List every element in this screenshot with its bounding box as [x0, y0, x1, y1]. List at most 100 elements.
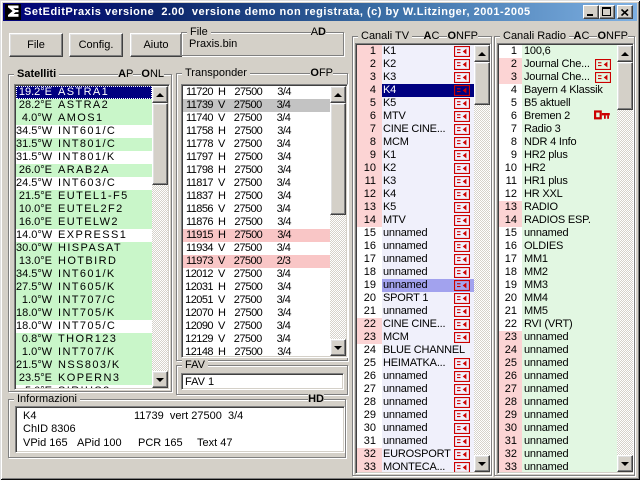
sort-flag-nfp[interactable]: NFP	[456, 30, 478, 43]
transponder-row[interactable]: 11837H275003/4	[183, 190, 330, 203]
radio-channel-row[interactable]: 17MM1	[499, 253, 617, 266]
radio-channel-row[interactable]: 22RVI (VRT)	[499, 318, 617, 331]
tv-channel-row[interactable]: 26unnamed	[357, 370, 474, 383]
radio-channel-row[interactable]: 9HR2 plus	[499, 149, 617, 162]
radio-channel-row[interactable]: 31unnamed	[499, 435, 617, 448]
tv-channel-row[interactable]: 27unnamed	[357, 383, 474, 396]
sort-flag-c[interactable]: C	[431, 30, 439, 43]
tv-channel-row[interactable]: 5K5	[357, 97, 474, 110]
sort-flag-d[interactable]: D	[318, 26, 326, 39]
tv-channel-row[interactable]: 16unnamed	[357, 240, 474, 253]
close-button[interactable]	[617, 5, 633, 19]
sort-flag-o[interactable]: O	[447, 30, 456, 43]
tv-channel-row[interactable]: 15unnamed	[357, 227, 474, 240]
tv-channel-row[interactable]: 7CINE CINE...	[357, 123, 474, 136]
transponder-row[interactable]: 11934V275003/4	[183, 242, 330, 255]
satellite-row[interactable]: 31.5°WINT801/K	[16, 151, 152, 164]
satellite-row[interactable]: 19.2°EASTRA1	[16, 86, 152, 99]
tv-channel-row[interactable]: 22CINE CINE...	[357, 318, 474, 331]
sort-flag-a[interactable]: A	[311, 26, 318, 39]
tv-channel-row[interactable]: 12K4	[357, 188, 474, 201]
sort-flag-nfp[interactable]: NFP	[606, 30, 628, 43]
scrollbar-thumb[interactable]	[330, 103, 346, 215]
radio-channel-row[interactable]: 24unnamed	[499, 344, 617, 357]
tv-channel-row[interactable]: 8MCM	[357, 136, 474, 149]
sort-flag-o[interactable]: O	[310, 67, 319, 80]
radio-channel-row[interactable]: 16OLDIES	[499, 240, 617, 253]
satellite-row[interactable]: 0.8°WTHOR123	[16, 333, 152, 346]
satellite-row[interactable]: 28.2°EASTRA2	[16, 99, 152, 112]
radio-channel-row[interactable]: 18MM2	[499, 266, 617, 279]
radio-channel-row[interactable]: 13RADIO	[499, 201, 617, 214]
sort-flag-o[interactable]: O	[141, 68, 150, 81]
satellite-row[interactable]: 14.0°WEXPRESS1	[16, 229, 152, 242]
satellite-row[interactable]: 34.5°WINT601/K	[16, 268, 152, 281]
tv-channel-row[interactable]: 25HEIMATKA...	[357, 357, 474, 370]
maximize-button[interactable]	[599, 5, 615, 19]
scroll-down-button[interactable]	[617, 455, 633, 472]
satellite-row[interactable]: 18.0°WINT705/C	[16, 320, 152, 333]
satellite-row[interactable]: 4.0°WAMOS1	[16, 112, 152, 125]
radio-channel-row[interactable]: 21MM5	[499, 305, 617, 318]
tv-channel-row[interactable]: 24BLUE CHANNEL	[357, 344, 474, 357]
scrollbar-track[interactable]	[474, 62, 490, 455]
radio-channel-row[interactable]: 15unnamed	[499, 227, 617, 240]
tv-channel-row[interactable]: 23MCM	[357, 331, 474, 344]
tv-channel-row[interactable]: 13K5	[357, 201, 474, 214]
sort-flag-a[interactable]: A	[574, 30, 582, 43]
radio-channel-row[interactable]: 3Journal Che...	[499, 71, 617, 84]
transponder-row[interactable]: 11973V275002/3	[183, 255, 330, 268]
scroll-up-button[interactable]	[474, 45, 490, 62]
transponder-row[interactable]: 11720H275003/4	[183, 86, 330, 99]
radio-channel-row[interactable]: 10HR2	[499, 162, 617, 175]
transponder-row[interactable]: 11758H275003/4	[183, 125, 330, 138]
sort-flag-a[interactable]: A	[118, 68, 126, 81]
satellite-row[interactable]: 13.0°EHOTBIRD	[16, 255, 152, 268]
tv-channel-row[interactable]: 2K2	[357, 58, 474, 71]
sort-flag-c[interactable]: C	[581, 30, 589, 43]
tv-channel-row[interactable]: 29unnamed	[357, 409, 474, 422]
transponder-row[interactable]: 12129V275003/4	[183, 333, 330, 346]
transponder-row[interactable]: 11817V275003/4	[183, 177, 330, 190]
scroll-down-button[interactable]	[152, 371, 168, 388]
satellite-row[interactable]: 27.5°WINT605/K	[16, 281, 152, 294]
sort-flag-o[interactable]: O	[597, 30, 606, 43]
radio-channel-row[interactable]: 20MM4	[499, 292, 617, 305]
radio-channel-row[interactable]: 5B5 aktuell	[499, 97, 617, 110]
radio-channel-row[interactable]: 1100,6	[499, 45, 617, 58]
satellite-row[interactable]: 21.5°WNSS803/K	[16, 359, 152, 372]
satellite-row[interactable]: 10.0°EEUTEL2F2	[16, 203, 152, 216]
tv-channel-row[interactable]: 3K3	[357, 71, 474, 84]
satellite-row[interactable]: 31.5°WINT801/C	[16, 138, 152, 151]
tv-channel-row[interactable]: 6MTV	[357, 110, 474, 123]
satellite-row[interactable]: 24.5°WINT603/C	[16, 177, 152, 190]
sort-flag-a[interactable]: A	[424, 30, 432, 43]
file-button[interactable]: File	[9, 33, 63, 57]
tv-channel-row[interactable]: 17unnamed	[357, 253, 474, 266]
tv-channel-row[interactable]: 10K2	[357, 162, 474, 175]
radio-channel-row[interactable]: 7Radio 3	[499, 123, 617, 136]
scroll-up-button[interactable]	[152, 86, 168, 103]
radio-channel-row[interactable]: 4Bayern 4 Klassik	[499, 84, 617, 97]
tv-channel-row[interactable]: 21unnamed	[357, 305, 474, 318]
satellite-row[interactable]: 30.0°WHISPASAT	[16, 242, 152, 255]
radio-channel-row[interactable]: 28unnamed	[499, 396, 617, 409]
scrollbar-thumb[interactable]	[152, 103, 168, 185]
satellite-row[interactable]: 23.5°EKOPERN3	[16, 372, 152, 385]
radio-channel-row[interactable]: 6Bremen 2	[499, 110, 617, 123]
config-button[interactable]: Config.	[69, 33, 123, 57]
radio-channel-row[interactable]: 27unnamed	[499, 383, 617, 396]
transponder-row[interactable]: 12051V275003/4	[183, 294, 330, 307]
scroll-up-button[interactable]	[617, 45, 633, 62]
transponder-row[interactable]: 12012V275003/4	[183, 268, 330, 281]
radio-channel-row[interactable]: 11HR1 plus	[499, 175, 617, 188]
sort-flag-fp[interactable]: FP	[319, 67, 333, 80]
tv-channel-row[interactable]: 9K1	[357, 149, 474, 162]
radio-channel-row[interactable]: 14RADIOS ESP.	[499, 214, 617, 227]
minimize-button[interactable]	[583, 5, 599, 19]
transponder-row[interactable]: 11856V275003/4	[183, 203, 330, 216]
satellite-row[interactable]: 34.5°WINT601/C	[16, 125, 152, 138]
radio-channel-row[interactable]: 2Journal Che...	[499, 58, 617, 71]
radio-channel-row[interactable]: 19MM3	[499, 279, 617, 292]
scrollbar-thumb[interactable]	[474, 62, 490, 105]
